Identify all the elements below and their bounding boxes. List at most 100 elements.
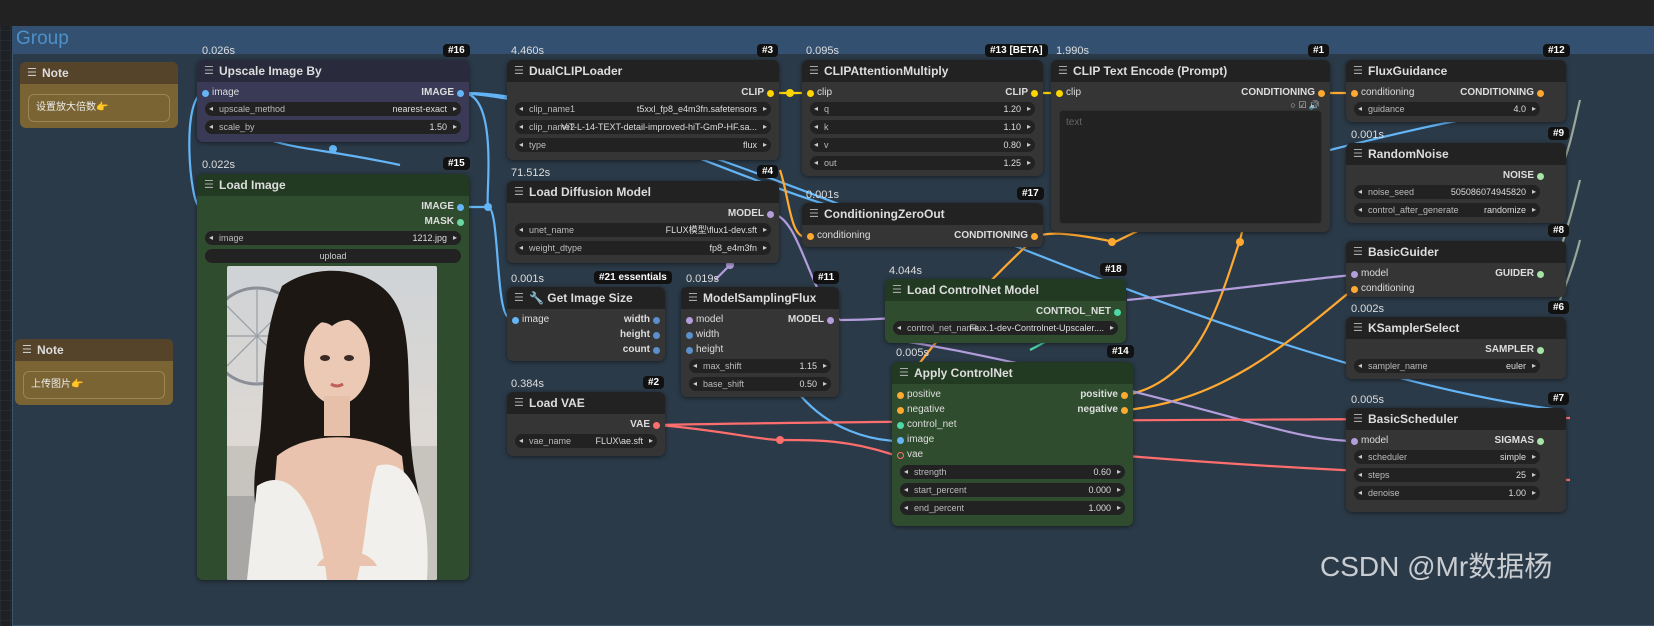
- output-height-slot[interactable]: [653, 332, 660, 339]
- output-conditioning-slot[interactable]: [1537, 90, 1544, 97]
- node-flux-guidance[interactable]: ☰ FluxGuidance conditioning CONDITIONING …: [1346, 60, 1566, 122]
- node-basic-scheduler[interactable]: ☰ BasicScheduler model SIGMAS ◂ scheduler s…: [1346, 408, 1566, 512]
- input-negative-slot[interactable]: [897, 407, 904, 414]
- node-conditioning-zero-out[interactable]: ☰ ConditioningZeroOut conditioning CONDIT…: [802, 203, 1043, 247]
- note-text[interactable]: 上传图片👉: [23, 371, 165, 399]
- node-clip-text-encode[interactable]: ☰ CLIP Text Encode (Prompt) clip CONDITIO…: [1051, 60, 1330, 232]
- noise-seed-number[interactable]: ◂ noise_seed 505086074945820 ▸: [1354, 185, 1540, 199]
- note-upload[interactable]: ☰ Note 上传图片👉: [15, 339, 173, 405]
- menu-icon[interactable]: ☰: [22, 339, 32, 361]
- node-load-vae[interactable]: ☰ Load VAE VAE ◂ vae_name FLUX\ae.sft ▸: [507, 392, 665, 456]
- prompt-textarea[interactable]: text: [1059, 110, 1322, 224]
- control-after-generate-combo[interactable]: ◂ control_after_generate randomize ▸: [1354, 203, 1540, 217]
- output-count-slot[interactable]: [653, 347, 660, 354]
- node-model-sampling-flux[interactable]: ☰ ModelSamplingFlux model width height MO…: [681, 287, 839, 397]
- node-load-diffusion-model[interactable]: ☰ Load Diffusion Model MODEL ◂ unet_name FL…: [507, 181, 779, 263]
- base-shift-number[interactable]: ◂ base_shift 0.50 ▸: [689, 377, 831, 391]
- upscale-method-combo[interactable]: ◂ upscale_method nearest-exact ▸: [205, 102, 461, 116]
- clip-name2-combo[interactable]: ◂ clip_name2 ViT-L-14-TEXT-detail-improved…: [515, 120, 771, 134]
- output-negative-slot[interactable]: [1121, 407, 1128, 414]
- input-conditioning-slot[interactable]: [1351, 286, 1358, 293]
- q-number[interactable]: ◂ q 1.20 ▸: [810, 102, 1035, 116]
- weight-dtype-combo[interactable]: ◂ weight_dtype fp8_e4m3fn ▸: [515, 241, 771, 255]
- input-model-slot[interactable]: [686, 317, 693, 324]
- output-guider-slot[interactable]: [1537, 271, 1544, 278]
- output-model-slot[interactable]: [827, 317, 834, 324]
- clip-name1-combo[interactable]: ◂ clip_name1 t5xxl_fp8_e4m3fn.safetensors ▸: [515, 102, 771, 116]
- output-image-slot[interactable]: [457, 204, 464, 211]
- output-image-slot[interactable]: [457, 90, 464, 97]
- node-random-noise[interactable]: ☰ RandomNoise NOISE ◂ noise_seed 5050860749…: [1346, 143, 1566, 223]
- menu-icon[interactable]: ☰: [514, 181, 524, 203]
- vae-name-combo[interactable]: ◂ vae_name FLUX\ae.sft ▸: [515, 434, 657, 448]
- denoise-number[interactable]: ◂ denoise 1.00 ▸: [1354, 486, 1540, 500]
- scheduler-combo[interactable]: ◂ scheduler simple ▸: [1354, 450, 1540, 464]
- note-upscale[interactable]: ☰ Note 设置放大倍数👉: [20, 62, 178, 128]
- menu-icon[interactable]: ☰: [809, 60, 819, 82]
- end-percent-number[interactable]: ◂ end_percent 1.000 ▸: [900, 501, 1125, 515]
- control-net-name-combo[interactable]: ◂ control_net_name Flux.1-dev-Controlnet-U…: [893, 321, 1118, 335]
- strength-number[interactable]: ◂ strength 0.60 ▸: [900, 465, 1125, 479]
- output-width-slot[interactable]: [653, 317, 660, 324]
- output-clip-slot[interactable]: [767, 90, 774, 97]
- input-positive-slot[interactable]: [897, 392, 904, 399]
- input-conditioning-slot[interactable]: [1351, 90, 1358, 97]
- input-conditioning-slot[interactable]: [807, 233, 814, 240]
- menu-icon[interactable]: ☰: [688, 287, 698, 309]
- input-model-slot[interactable]: [1351, 438, 1358, 445]
- menu-icon[interactable]: ☰: [892, 279, 902, 301]
- output-model-slot[interactable]: [767, 211, 774, 218]
- output-conditioning-slot[interactable]: [1318, 90, 1325, 97]
- output-vae-slot[interactable]: [653, 422, 660, 429]
- unet-name-combo[interactable]: ◂ unet_name FLUX模型\flux1-dev.sft ▸: [515, 223, 771, 237]
- out-number[interactable]: ◂ out 1.25 ▸: [810, 156, 1035, 170]
- input-vae-slot[interactable]: [897, 452, 904, 459]
- input-clip-slot[interactable]: [1056, 90, 1063, 97]
- node-basic-guider[interactable]: ☰ BasicGuider model conditioning GUIDER: [1346, 241, 1566, 297]
- input-image-slot[interactable]: [202, 90, 209, 97]
- image-combo[interactable]: ◂ image 1212.jpg ▸: [205, 231, 461, 245]
- start-percent-number[interactable]: ◂ start_percent 0.000 ▸: [900, 483, 1125, 497]
- steps-number[interactable]: ◂ steps 25 ▸: [1354, 468, 1540, 482]
- node-clip-attention-multiply[interactable]: ☰ CLIPAttentionMultiply clip CLIP ◂ q 1.20 ▸…: [802, 60, 1043, 176]
- menu-icon[interactable]: ☰: [514, 287, 524, 309]
- input-height-slot[interactable]: [686, 347, 693, 354]
- input-width-slot[interactable]: [686, 332, 693, 339]
- menu-icon[interactable]: ☰: [27, 62, 37, 84]
- note-text[interactable]: 设置放大倍数👉: [28, 94, 170, 122]
- node-get-image-size[interactable]: ☰ 🔧 Get Image Size image width height cou…: [507, 287, 665, 361]
- sampler-name-combo[interactable]: ◂ sampler_name euler ▸: [1354, 359, 1540, 373]
- output-noise-slot[interactable]: [1537, 173, 1544, 180]
- node-apply-controlnet[interactable]: ☰ Apply ControlNet positive negative cont…: [892, 362, 1133, 526]
- menu-icon[interactable]: ☰: [1353, 60, 1363, 82]
- menu-icon[interactable]: ☰: [1058, 60, 1068, 82]
- node-dual-clip-loader[interactable]: ☰ DualCLIPLoader CLIP ◂ clip_name1 t5xxl_fp…: [507, 60, 779, 160]
- input-control-net-slot[interactable]: [897, 422, 904, 429]
- v-number[interactable]: ◂ v 0.80 ▸: [810, 138, 1035, 152]
- output-mask-slot[interactable]: [457, 219, 464, 226]
- menu-icon[interactable]: ☰: [514, 392, 524, 414]
- scale-by-number[interactable]: ◂ scale_by 1.50 ▸: [205, 120, 461, 134]
- menu-icon[interactable]: ☰: [1353, 317, 1363, 339]
- menu-icon[interactable]: ☰: [204, 60, 214, 82]
- output-conditioning-slot[interactable]: [1031, 233, 1038, 240]
- node-load-controlnet-model[interactable]: ☰ Load ControlNet Model CONTROL_NET ◂ cont…: [885, 279, 1126, 343]
- input-clip-slot[interactable]: [807, 90, 814, 97]
- menu-icon[interactable]: ☰: [514, 60, 524, 82]
- input-image-slot[interactable]: [512, 317, 519, 324]
- menu-icon[interactable]: ☰: [204, 174, 214, 196]
- output-positive-slot[interactable]: [1121, 392, 1128, 399]
- menu-icon[interactable]: ☰: [1353, 143, 1363, 165]
- k-number[interactable]: ◂ k 1.10 ▸: [810, 120, 1035, 134]
- menu-icon[interactable]: ☰: [809, 203, 819, 225]
- output-sampler-slot[interactable]: [1537, 347, 1544, 354]
- upload-button[interactable]: upload: [205, 249, 461, 263]
- node-ksampler-select[interactable]: ☰ KSamplerSelect SAMPLER ◂ sampler_name eul…: [1346, 317, 1566, 379]
- output-control-net-slot[interactable]: [1114, 309, 1121, 316]
- type-combo[interactable]: ◂ type flux ▸: [515, 138, 771, 152]
- output-clip-slot[interactable]: [1031, 90, 1038, 97]
- input-image-slot[interactable]: [897, 437, 904, 444]
- menu-icon[interactable]: ☰: [1353, 408, 1363, 430]
- node-upscale-image-by[interactable]: ☰ Upscale Image By image IMAGE ◂ upscale_m…: [197, 60, 469, 142]
- output-sigmas-slot[interactable]: [1537, 438, 1544, 445]
